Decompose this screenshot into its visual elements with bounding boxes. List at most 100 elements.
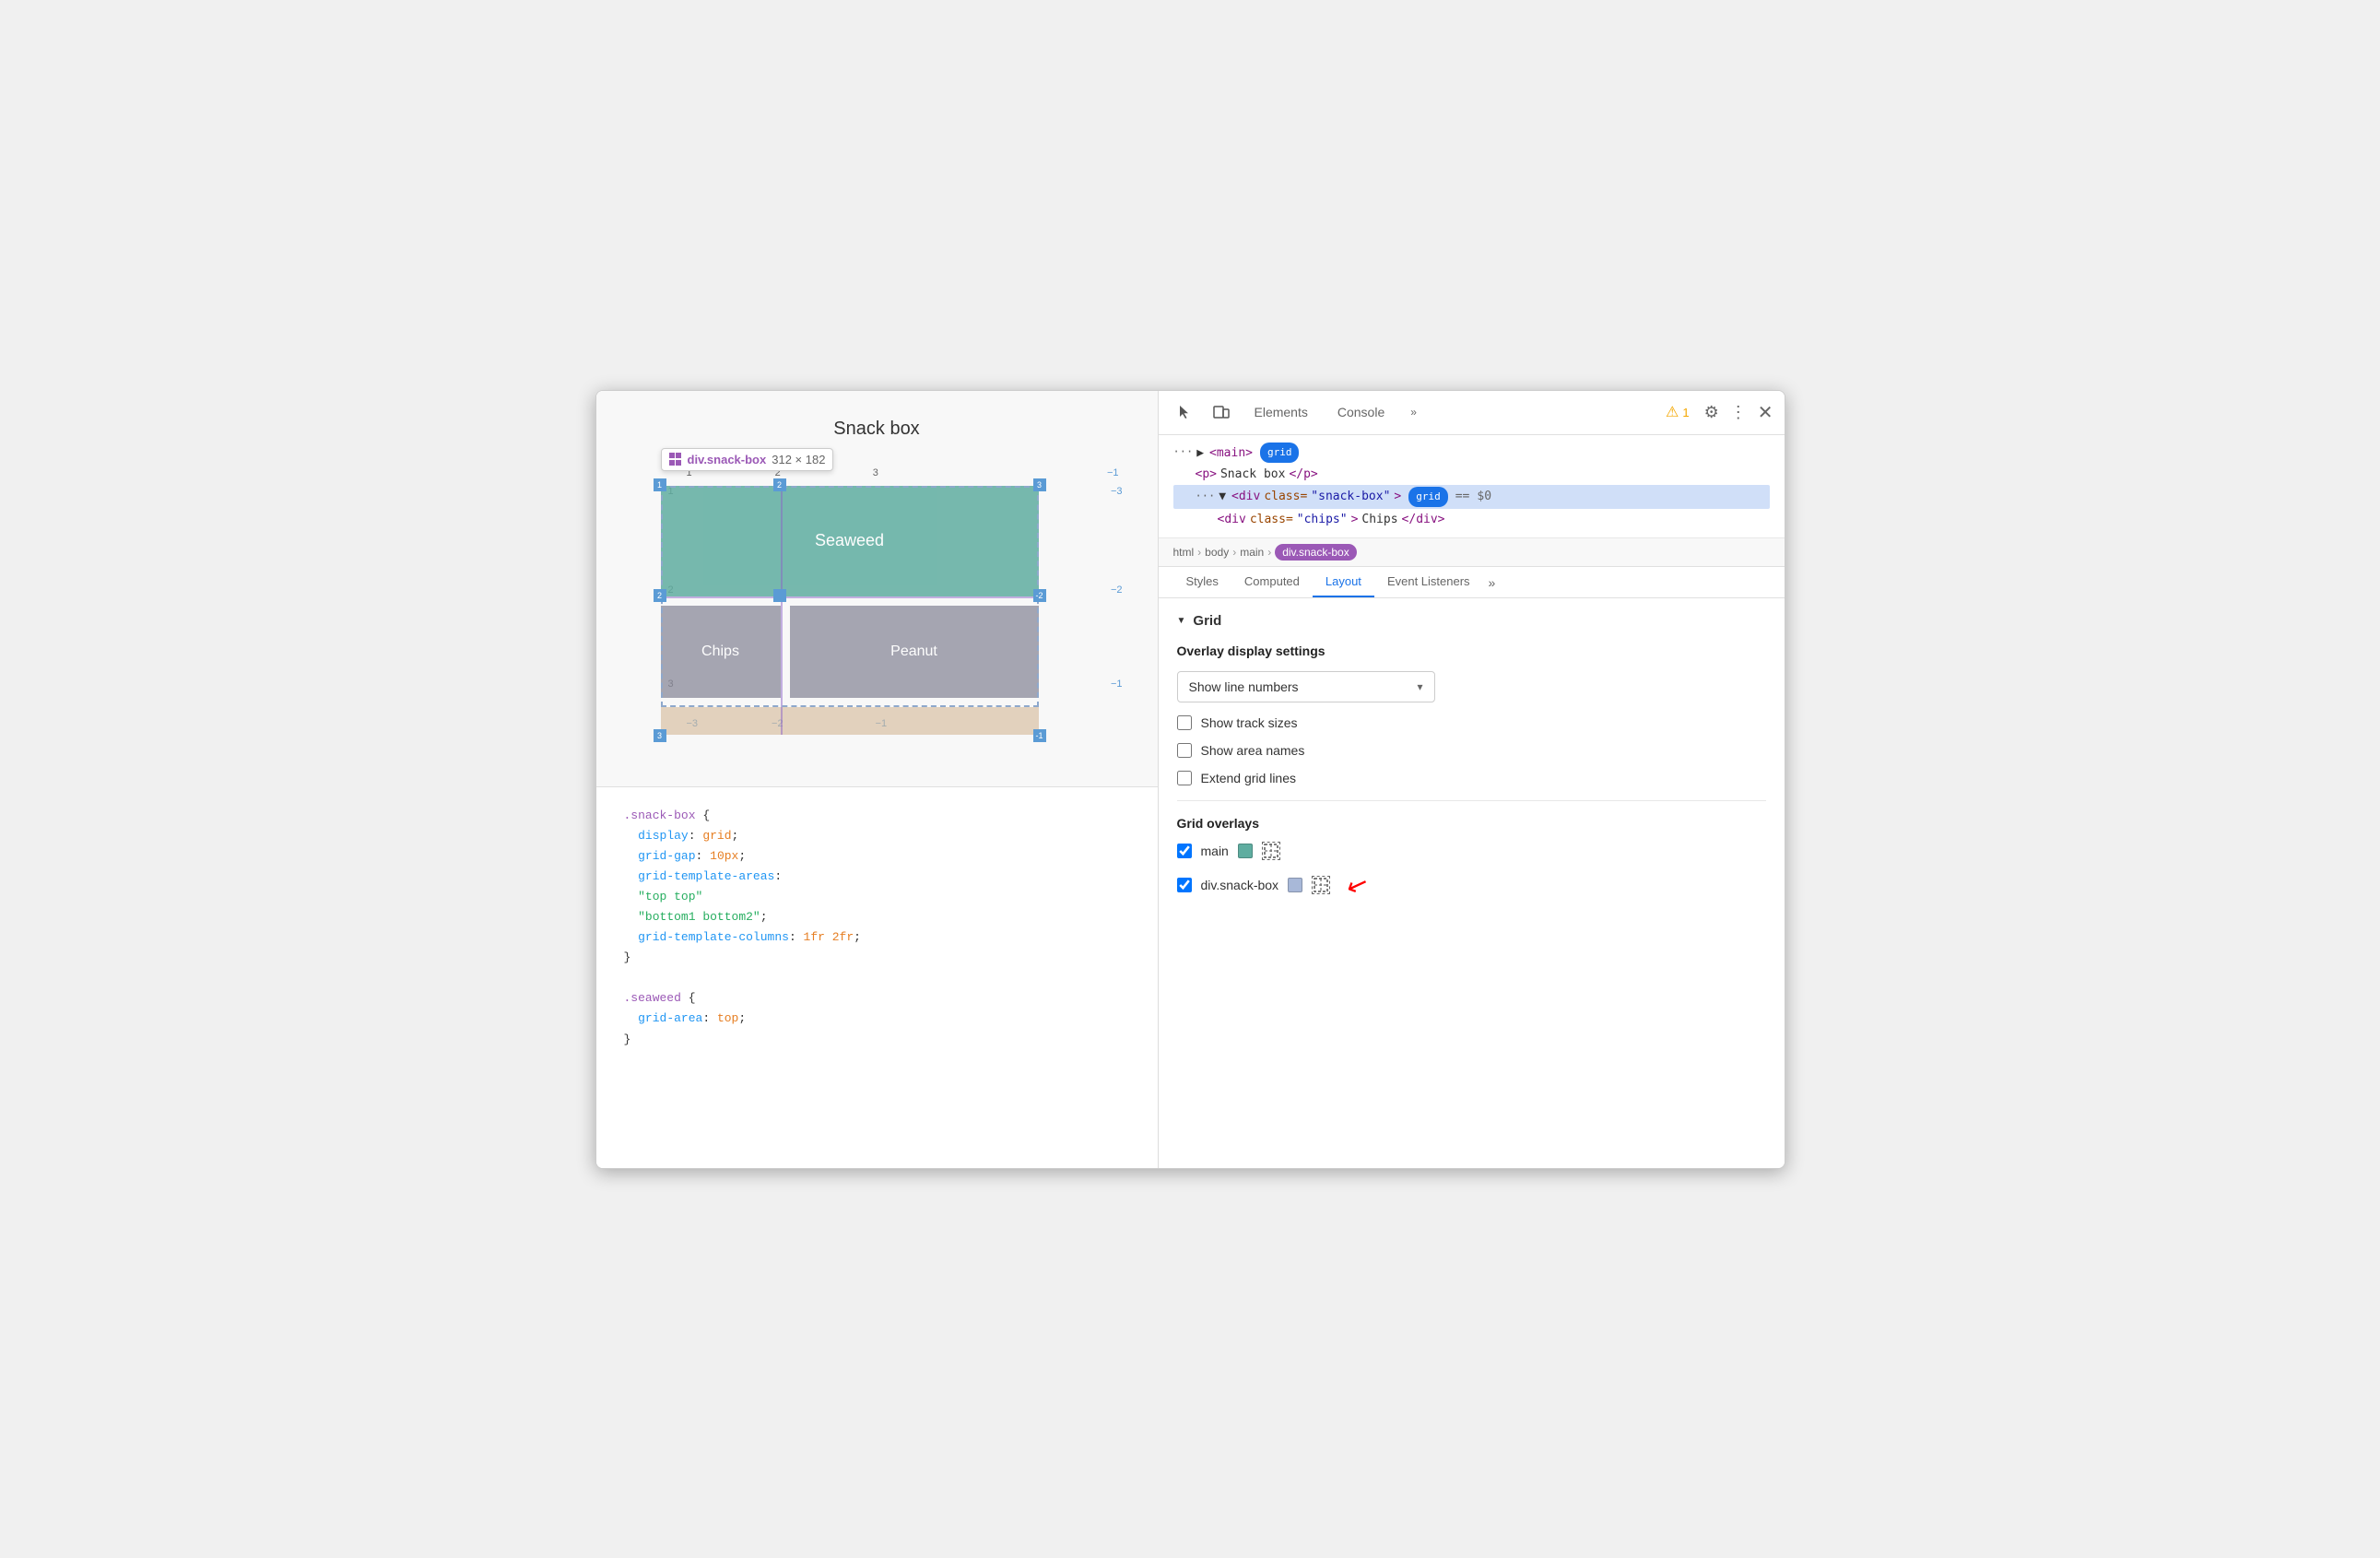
divider <box>1177 800 1766 801</box>
show-area-names-row: Show area names <box>1177 743 1766 758</box>
grid-container: Seaweed Chips Peanut <box>661 486 1039 707</box>
grid-visual-wrapper: 1 2 3 −1 1 2 3 −3 −2 <box>633 486 1121 707</box>
grid-section-header[interactable]: ▼ Grid <box>1177 613 1766 629</box>
main-overlay-color[interactable] <box>1238 844 1253 858</box>
inspect-button[interactable] <box>1170 397 1199 427</box>
main-overlay-row: main <box>1177 842 1766 860</box>
bc-html[interactable]: html <box>1173 546 1195 559</box>
tooltip-size: 312 × 182 <box>772 453 825 466</box>
show-track-sizes-label: Show track sizes <box>1201 715 1298 730</box>
show-track-sizes-checkbox[interactable] <box>1177 715 1192 730</box>
tooltip-class: div.snack-box <box>688 453 767 466</box>
grid-line-v1 <box>781 486 783 735</box>
code-line-1: .snack-box { <box>624 806 1130 826</box>
tab-more[interactable]: » <box>1483 568 1502 597</box>
preview-title: Snack box <box>633 419 1121 440</box>
neg-line-top: −1 <box>1107 467 1119 478</box>
corner-tm: 2 <box>773 478 786 491</box>
snack-box-overlay-row: div.snack-box ↙ <box>1177 869 1766 900</box>
show-area-names-label: Show area names <box>1201 743 1305 758</box>
show-area-names-checkbox[interactable] <box>1177 743 1192 758</box>
corner-bl: 3 <box>654 729 666 742</box>
tab-computed[interactable]: Computed <box>1231 567 1313 597</box>
grid-section-arrow: ▼ <box>1177 616 1186 626</box>
tab-event-listeners[interactable]: Event Listeners <box>1374 567 1483 597</box>
browser-window: Snack box div.snack-box 312 × 182 1 2 3 <box>595 390 1785 1169</box>
grid-overlays-title: Grid overlays <box>1177 816 1766 831</box>
corner-tr: 3 <box>1033 478 1046 491</box>
code-line-11: grid-area: top; <box>624 1009 1130 1029</box>
code-line-7: grid-template-columns: 1fr 2fr; <box>624 927 1130 948</box>
right-panel: Elements Console » ⚠ 1 ⚙ ⋮ ✕ ··· ▶ <main… <box>1159 391 1785 1168</box>
peanut-cell: Peanut <box>790 606 1039 698</box>
code-line-12: } <box>624 1030 1130 1050</box>
bottom-area <box>661 707 1039 735</box>
main-overlay-checkbox[interactable] <box>1177 844 1192 858</box>
more-options-button[interactable]: ⋮ <box>1730 403 1747 422</box>
breadcrumb: html › body › main › div.snack-box <box>1159 538 1785 567</box>
code-line-3: grid-gap: 10px; <box>624 846 1130 867</box>
corner-ml: 2 <box>654 589 666 602</box>
bc-main[interactable]: main <box>1240 546 1264 559</box>
neg-line-right: −3 −2 −1 <box>1111 486 1123 690</box>
main-content: Snack box div.snack-box 312 × 182 1 2 3 <box>596 391 1785 1168</box>
more-tabs-button[interactable]: » <box>1403 402 1424 422</box>
corner-mr: -2 <box>1033 589 1046 602</box>
extend-grid-lines-row: Extend grid lines <box>1177 771 1766 785</box>
code-area: .snack-box { display: grid; grid-gap: 10… <box>596 787 1158 1168</box>
red-arrow-annotation: ↙ <box>1342 867 1373 903</box>
tree-arrow-main[interactable]: ▶ <box>1196 443 1204 464</box>
main-grid-badge: grid <box>1260 443 1300 463</box>
code-line-10: .seaweed { <box>624 988 1130 1009</box>
grid-icon <box>669 453 682 466</box>
chips-cell: Chips <box>661 606 781 698</box>
element-tooltip: div.snack-box 312 × 182 <box>661 448 834 471</box>
console-tab[interactable]: Console <box>1326 401 1396 423</box>
tree-line-main[interactable]: ··· ▶ <main> grid <box>1173 443 1770 464</box>
bc-body[interactable]: body <box>1205 546 1229 559</box>
overlay-settings-title: Overlay display settings <box>1177 643 1766 658</box>
corner-br: -1 <box>1033 729 1046 742</box>
code-line-4: grid-template-areas: <box>624 867 1130 887</box>
close-button[interactable]: ✕ <box>1758 401 1773 424</box>
html-tree: ··· ▶ <main> grid <p> Snack box </p> ···… <box>1159 435 1785 539</box>
corner-mm <box>773 589 786 602</box>
warning-count: 1 <box>1682 406 1689 419</box>
main-overlay-grid-icon[interactable] <box>1262 842 1280 860</box>
bc-active[interactable]: div.snack-box <box>1275 544 1356 561</box>
tree-line-chips[interactable]: <div class= "chips" > Chips </div> <box>1173 509 1770 530</box>
code-line-8: } <box>624 948 1130 968</box>
snack-box-overlay-color[interactable] <box>1288 878 1302 892</box>
tree-line-p[interactable]: <p> Snack box </p> <box>1173 464 1770 485</box>
code-line-6: "bottom1 bottom2"; <box>624 907 1130 927</box>
tree-line-snack-box[interactable]: ··· ▼ <div class= "snack-box" > grid == … <box>1173 485 1770 508</box>
code-line-2: display: grid; <box>624 826 1130 846</box>
left-panel: Snack box div.snack-box 312 × 182 1 2 3 <box>596 391 1159 1168</box>
elements-tab[interactable]: Elements <box>1243 401 1319 423</box>
settings-button[interactable]: ⚙ <box>1704 403 1719 422</box>
extend-grid-lines-label: Extend grid lines <box>1201 771 1297 785</box>
snack-box-grid-badge: grid <box>1408 487 1448 507</box>
show-line-numbers-dropdown[interactable]: Show line numbers ▾ <box>1177 671 1435 702</box>
snack-box-overlay-grid-icon[interactable] <box>1312 876 1330 894</box>
extend-grid-lines-checkbox[interactable] <box>1177 771 1192 785</box>
tree-arrow-snack-box[interactable]: ▼ <box>1219 486 1226 507</box>
seaweed-cell: Seaweed <box>661 486 1039 596</box>
grid-line-h1 <box>661 596 1039 598</box>
dropdown-label: Show line numbers <box>1189 679 1299 694</box>
tab-layout[interactable]: Layout <box>1313 567 1374 597</box>
snack-box-overlay-label: div.snack-box <box>1201 878 1279 892</box>
code-line-5: "top top" <box>624 887 1130 907</box>
snack-box-overlay-checkbox[interactable] <box>1177 878 1192 892</box>
tabs-row: Styles Computed Layout Event Listeners » <box>1159 567 1785 598</box>
device-toggle-button[interactable] <box>1207 397 1236 427</box>
code-line-9 <box>624 968 1130 988</box>
tab-styles[interactable]: Styles <box>1173 567 1231 597</box>
corner-tl: 1 <box>654 478 666 491</box>
dropdown-arrow-icon: ▾ <box>1417 680 1422 693</box>
main-overlay-label: main <box>1201 844 1229 858</box>
grid-section-label: Grid <box>1193 613 1221 629</box>
show-track-sizes-row: Show track sizes <box>1177 715 1766 730</box>
preview-area: Snack box div.snack-box 312 × 182 1 2 3 <box>596 391 1158 787</box>
warning-indicator: ⚠ 1 <box>1666 403 1690 421</box>
